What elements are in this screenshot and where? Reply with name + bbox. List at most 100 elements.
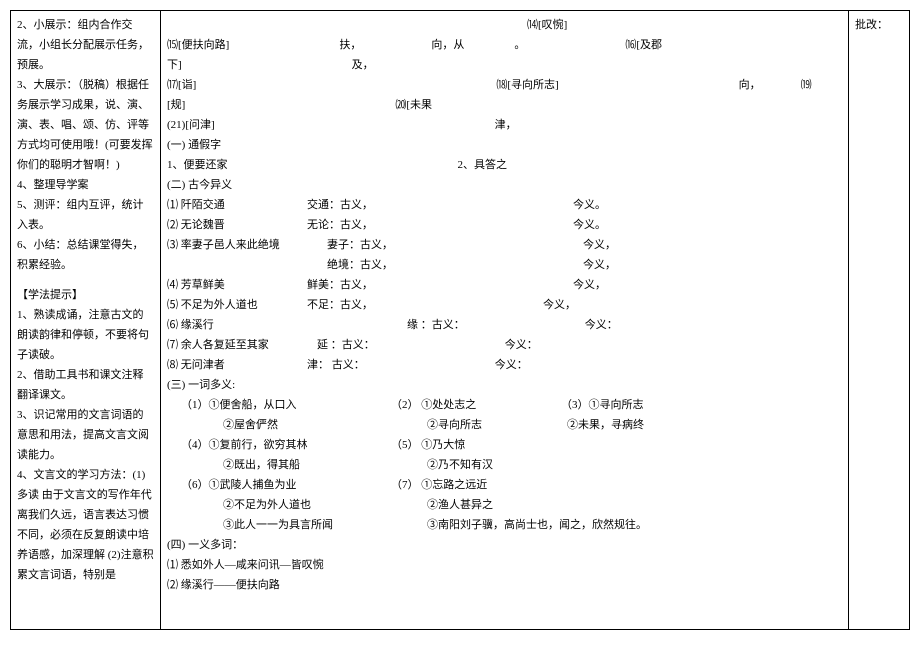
dy5a: （6）①武陵人捕鱼为业 bbox=[181, 475, 391, 495]
gj4c: 今义， bbox=[573, 275, 606, 295]
left-item-4: 4、整理导学案 bbox=[17, 175, 154, 195]
dy3a: （4）①复前行，欲穷其林 bbox=[181, 435, 391, 455]
yiduoci-heading: (四) 一义多词： bbox=[167, 535, 842, 555]
dy1c: （3）①寻向所志 bbox=[561, 395, 644, 415]
gj8a: ⑻ 无问津者 bbox=[167, 355, 307, 375]
jijun-label: ⒃[及郡 bbox=[625, 35, 662, 55]
row-tanwan: ⒁[叹惋] bbox=[167, 15, 842, 35]
tip-4a: 4、文言文的学习方法：(1) bbox=[17, 465, 154, 485]
left-column: 2、小展示：组内合作交流，小组长分配展示任务，预展。 3、大展示：（脱稿）根据任… bbox=[11, 11, 161, 629]
dy6b: ②渔人甚异之 bbox=[427, 495, 493, 515]
dy7b: ③南阳刘子骥，高尚士也，闻之，欣然规往。 bbox=[427, 515, 647, 535]
xunxiang-label: ⒅[寻向所志] bbox=[496, 75, 558, 95]
gj5a: ⑸ 不足为外人道也 bbox=[167, 295, 307, 315]
dy2c: ②未果，寻病终 bbox=[567, 415, 644, 435]
gj4a: ⑷ 芳草鲜美 bbox=[167, 275, 307, 295]
bianfu-label: ⒂[便扶向路] bbox=[167, 35, 229, 55]
yi-label: ⒄[诣] bbox=[167, 75, 196, 95]
tip-3: 3、识记常用的文言词语的意思和用法，提高文言文阅读能力。 bbox=[17, 405, 154, 465]
dy-row2: ②屋舍俨然 ②寻向所志 ②未果，寻病终 bbox=[167, 415, 842, 435]
tongjia-items: 1、便要还家 2、具答之 bbox=[167, 155, 842, 175]
xiang-label: 向，从 bbox=[431, 35, 464, 55]
gj3d: 绝境：古义， bbox=[327, 255, 393, 275]
gj1a: ⑴ 阡陌交通 bbox=[167, 195, 307, 215]
row-xia: 下] 及， bbox=[167, 55, 842, 75]
dy-row7: ③此人一一为具言所闻 ③南阳刘子骥，高尚士也，闻之，欣然规往。 bbox=[167, 515, 842, 535]
gj7b: 延 ：古义： bbox=[317, 335, 375, 355]
gj8b: 津： 古义： bbox=[307, 355, 365, 375]
gj-4: ⑷ 芳草鲜美 鲜美：古义， 今义， bbox=[167, 275, 842, 295]
left-item-2: 2、小展示：组内合作交流，小组长分配展示任务，预展。 bbox=[17, 15, 154, 75]
xiang2-label: 向， bbox=[739, 75, 761, 95]
gj3c: 今义， bbox=[583, 235, 616, 255]
ji-label: 及， bbox=[352, 55, 374, 75]
right-column: 批改： bbox=[849, 11, 909, 629]
gj2c: 今义。 bbox=[573, 215, 606, 235]
tanwan-label: ⒁[叹惋] bbox=[527, 15, 567, 35]
gj-3b: 绝境：古义， 今义， bbox=[167, 255, 842, 275]
gj-5: ⑸ 不足为外人道也 不足：古义， 今义， bbox=[167, 295, 842, 315]
jin-label: 津， bbox=[495, 115, 517, 135]
gj-8: ⑻ 无问津者 津： 古义： 今义： bbox=[167, 355, 842, 375]
gj2b: 无论：古义， bbox=[307, 215, 373, 235]
dy-row6: ②不足为外人道也 ②渔人甚异之 bbox=[167, 495, 842, 515]
gj3b: 妻子：古义， bbox=[327, 235, 393, 255]
gj7c: 今义： bbox=[505, 335, 538, 355]
dy4a: ②既出，得其船 bbox=[223, 455, 427, 475]
gj1b: 交通：古义， bbox=[307, 195, 373, 215]
gj2a: ⑵ 无论魏晋 bbox=[167, 215, 307, 235]
period: 。 bbox=[514, 35, 525, 55]
dy2a: ②屋舍俨然 bbox=[223, 415, 427, 435]
weiguo-label: ⒇[未果 bbox=[395, 95, 432, 115]
gj3a: ⑶ 率妻子邑人来此绝境 bbox=[167, 235, 327, 255]
yd-2: ⑵ 缘溪行——便扶向路 bbox=[167, 575, 842, 595]
wenjin-label: (21)[问津] bbox=[167, 115, 215, 135]
dy2b: ②寻向所志 bbox=[427, 415, 567, 435]
document-layout: 2、小展示：组内合作交流，小组长分配展示任务，预展。 3、大展示：（脱稿）根据任… bbox=[10, 10, 910, 630]
gj5b: 不足：古义， bbox=[307, 295, 373, 315]
tip-1: 1、熟读成诵，注意古文的朗读韵律和停顿，不要将句子读破。 bbox=[17, 305, 154, 365]
row-gui: [规] ⒇[未果 bbox=[167, 95, 842, 115]
dy5b: （7） ①忘路之远近 bbox=[391, 475, 487, 495]
row-wenjin: (21)[问津] 津， bbox=[167, 115, 842, 135]
num19-label: ⒆ bbox=[801, 75, 812, 95]
gj7a: ⑺ 余人各复延至其家 bbox=[167, 335, 317, 355]
dy-row1: （1）①便舍船，从口入 （2） ①处处志之 （3）①寻向所志 bbox=[167, 395, 842, 415]
gj5c: 今义， bbox=[543, 295, 576, 315]
tips-title: 【学法提示】 bbox=[17, 285, 154, 305]
tongjia-2: 2、具答之 bbox=[458, 155, 508, 175]
gj1c: 今义。 bbox=[573, 195, 606, 215]
gj-6: ⑹ 缘溪行 缘 ：古义： 今义： bbox=[167, 315, 842, 335]
gujin-heading: (二) 古今异义 bbox=[167, 175, 842, 195]
gj-7: ⑺ 余人各复延至其家 延 ：古义： 今义： bbox=[167, 335, 842, 355]
dy-row4: ②既出，得其船 ②乃不知有汉 bbox=[167, 455, 842, 475]
gj6c: 今义： bbox=[585, 315, 618, 335]
gui-label: [规] bbox=[167, 95, 185, 115]
gj6b: 缘 ：古义： bbox=[407, 315, 465, 335]
dy3b: （5） ①乃大惊 bbox=[391, 435, 465, 455]
dy1a: （1）①便舍船，从口入 bbox=[181, 395, 391, 415]
dy4b: ②乃不知有汉 bbox=[427, 455, 493, 475]
gj-3: ⑶ 率妻子邑人来此绝境 妻子：古义， 今义， bbox=[167, 235, 842, 255]
row-yi: ⒄[诣] ⒅[寻向所志] 向， ⒆ bbox=[167, 75, 842, 95]
duoyi-heading: (三) 一词多义: bbox=[167, 375, 842, 395]
dy6a: ②不足为外人道也 bbox=[223, 495, 427, 515]
gj-1: ⑴ 阡陌交通 交通：古义， 今义。 bbox=[167, 195, 842, 215]
xia-label: 下] bbox=[167, 55, 182, 75]
fu-label: 扶， bbox=[339, 35, 361, 55]
tip-2: 2、借助工具书和课文注释翻译课文。 bbox=[17, 365, 154, 405]
gj6a: ⑹ 缘溪行 bbox=[167, 315, 307, 335]
row-bianfu: ⒂[便扶向路] 扶， 向，从 。 ⒃[及郡 bbox=[167, 35, 842, 55]
tip-4b: 多读 由于文言文的写作年代离我们久远，语言表达习惯不同，必须在反复朗读中培养语感… bbox=[17, 485, 154, 585]
gj8c: 今义： bbox=[495, 355, 528, 375]
left-item-5: 5、测评：组内互评，统计入表。 bbox=[17, 195, 154, 235]
dy7a: ③此人一一为具言所闻 bbox=[223, 515, 427, 535]
middle-column: ⒁[叹惋] ⒂[便扶向路] 扶， 向，从 。 ⒃[及郡 下] 及， ⒄[诣] ⒅… bbox=[161, 11, 849, 629]
tongjia-1: 1、便要还家 bbox=[167, 155, 228, 175]
gj3e: 今义， bbox=[583, 255, 616, 275]
left-item-6: 6、小结：总结课堂得失，积累经验。 bbox=[17, 235, 154, 275]
correction-label: 批改： bbox=[855, 15, 903, 35]
yd-1: ⑴ 悉如外人—咸来问讯—皆叹惋 bbox=[167, 555, 842, 575]
dy-row5: （6）①武陵人捕鱼为业 （7） ①忘路之远近 bbox=[167, 475, 842, 495]
left-item-3: 3、大展示：（脱稿）根据任务展示学习成果，说、演、演、表、唱、颂、仿、评等方式均… bbox=[17, 75, 154, 175]
